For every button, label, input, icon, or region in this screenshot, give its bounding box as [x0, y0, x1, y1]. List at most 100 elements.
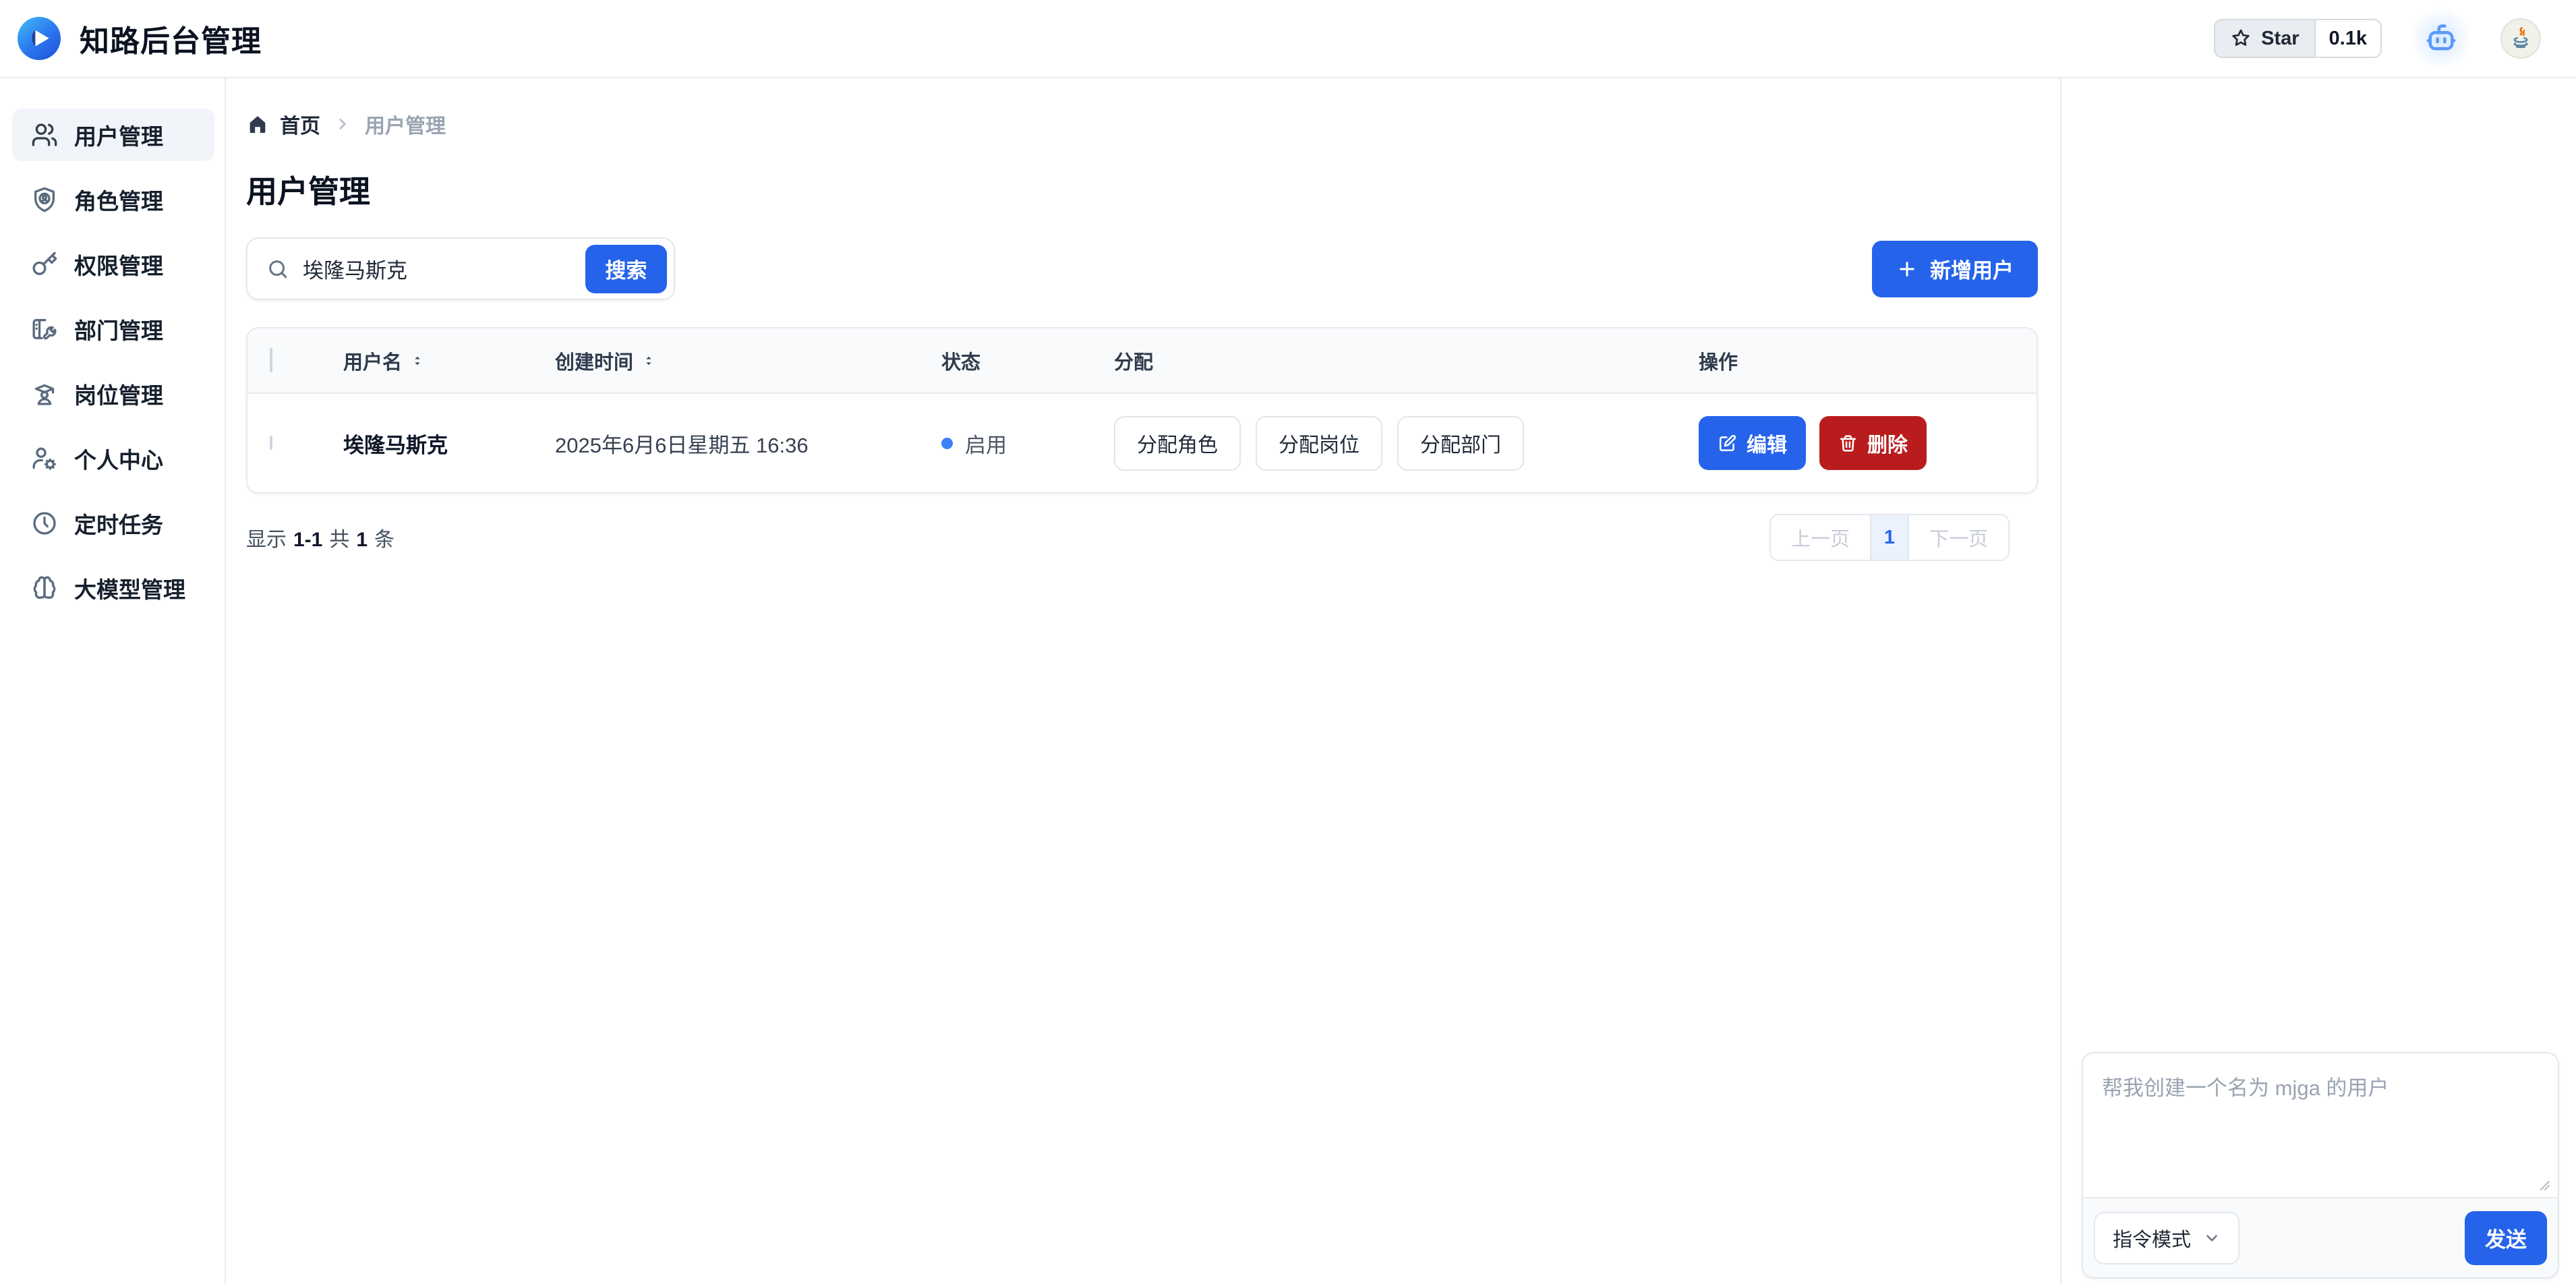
robot-icon	[2424, 21, 2459, 56]
sidebar-item-label: 岗位管理	[74, 378, 163, 410]
row-status: 启用	[941, 428, 1114, 459]
sidebar-item-llm-management[interactable]: 大模型管理	[12, 562, 214, 614]
star-label: Star	[2261, 28, 2299, 50]
assign-position-button[interactable]: 分配岗位	[1256, 416, 1382, 471]
send-button[interactable]: 发送	[2465, 1211, 2547, 1265]
shield-user-icon	[31, 186, 58, 213]
row-actions: 编辑 删除	[1699, 416, 2037, 470]
sidebar-item-label: 部门管理	[74, 313, 163, 345]
sort-icon	[410, 353, 425, 368]
clock-icon	[31, 510, 58, 537]
star-count: 0.1k	[2316, 20, 2380, 57]
assign-role-button[interactable]: 分配角色	[1114, 416, 1241, 471]
sidebar-item-role-management[interactable]: 角色管理	[12, 173, 214, 226]
pagination-summary: 显示 1-1 共 1 条	[246, 523, 394, 552]
star-button[interactable]: Star	[2215, 20, 2315, 57]
star-icon	[2230, 28, 2252, 49]
next-page-button[interactable]: 下一页	[1909, 515, 2008, 560]
column-created-at-label: 创建时间	[555, 347, 633, 375]
main-content: 首页 用户管理 用户管理 搜索 新增用户	[226, 78, 2060, 1284]
chevron-right-icon	[334, 115, 351, 133]
row-username: 埃隆马斯克	[343, 428, 555, 459]
github-star-widget[interactable]: Star 0.1k	[2214, 19, 2382, 58]
sidebar-item-label: 个人中心	[74, 442, 163, 475]
assign-department-button[interactable]: 分配部门	[1397, 416, 1524, 471]
header-actions: Star 0.1k	[2214, 7, 2541, 69]
page-title: 用户管理	[246, 167, 2038, 212]
java-logo-icon	[2508, 26, 2534, 51]
breadcrumb-home-label: 首页	[280, 109, 320, 139]
sidebar-item-label: 角色管理	[74, 183, 163, 216]
sort-icon	[641, 353, 656, 368]
chat-textarea[interactable]	[2083, 1053, 2558, 1197]
graduate-icon	[31, 380, 58, 407]
sidebar-item-permission-management[interactable]: 权限管理	[12, 238, 214, 291]
sidebar-item-department-management[interactable]: 部门管理	[12, 303, 214, 355]
resize-grip-icon[interactable]	[2539, 1179, 2551, 1192]
chevron-down-icon	[2203, 1229, 2221, 1247]
row-created-at: 2025年6月6日星期五 16:36	[555, 428, 941, 459]
table-header-row: 用户名 创建时间 状态 分配 操作	[247, 328, 2037, 394]
home-icon	[246, 113, 269, 136]
status-label: 启用	[965, 428, 1007, 459]
select-all-checkbox[interactable]	[270, 348, 272, 372]
assistant-chat-card: 指令模式 发送	[2082, 1052, 2559, 1279]
sidebar-item-label: 大模型管理	[74, 572, 185, 604]
row-assign-actions: 分配角色 分配岗位 分配部门	[1114, 416, 1699, 471]
add-user-label: 新增用户	[1930, 254, 2014, 284]
column-assign: 分配	[1114, 347, 1699, 375]
sidebar-item-personal-center[interactable]: 个人中心	[12, 432, 214, 485]
column-created-at[interactable]: 创建时间	[555, 347, 941, 375]
chat-input-area	[2083, 1053, 2558, 1197]
sidebar-item-scheduled-tasks[interactable]: 定时任务	[12, 497, 214, 550]
column-actions: 操作	[1699, 347, 2037, 375]
prev-page-button[interactable]: 上一页	[1771, 515, 1870, 560]
breadcrumb: 首页 用户管理	[246, 109, 2038, 139]
sidebar-item-user-management[interactable]: 用户管理	[12, 109, 214, 161]
breadcrumb-home[interactable]: 首页	[246, 109, 320, 139]
edit-button[interactable]: 编辑	[1699, 416, 1806, 470]
summary-range: 1-1	[293, 529, 322, 552]
search-input[interactable]	[303, 257, 572, 281]
summary-of: 共	[329, 523, 349, 552]
assistant-robot-button[interactable]	[2410, 7, 2472, 69]
table-row: 埃隆马斯克 2025年6月6日星期五 16:36 启用 分配角色 分配岗位 分配…	[247, 394, 2037, 492]
users-table: 用户名 创建时间 状态 分配 操作	[246, 327, 2038, 494]
edit-pencil-icon	[1718, 434, 1737, 453]
sidebar-item-position-management[interactable]: 岗位管理	[12, 368, 214, 420]
mode-label: 指令模式	[2113, 1224, 2191, 1252]
trash-icon	[1838, 434, 1858, 453]
app-header: 知路后台管理 Star 0.1k	[0, 0, 2576, 78]
header-checkbox-cell	[247, 349, 343, 372]
edit-label: 编辑	[1747, 428, 1787, 458]
delete-button[interactable]: 删除	[1819, 416, 1927, 470]
column-username[interactable]: 用户名	[343, 347, 555, 375]
table-footer: 显示 1-1 共 1 条 上一页 1 下一页	[246, 514, 2038, 561]
user-avatar[interactable]	[2500, 18, 2541, 59]
key-icon	[31, 251, 58, 278]
search-box: 搜索	[246, 237, 675, 300]
sidebar-item-label: 权限管理	[74, 248, 163, 281]
row-checkbox[interactable]	[270, 436, 272, 450]
current-page-indicator[interactable]: 1	[1870, 515, 1909, 560]
summary-unit: 条	[374, 523, 394, 552]
department-icon	[31, 316, 58, 343]
user-gear-icon	[31, 445, 58, 472]
assistant-panel: 指令模式 发送	[2060, 78, 2576, 1284]
search-button[interactable]: 搜索	[585, 245, 667, 293]
brand: 知路后台管理	[18, 17, 262, 60]
sidebar-item-label: 用户管理	[74, 119, 163, 151]
row-checkbox-cell	[247, 437, 343, 449]
app-logo-icon	[18, 17, 61, 60]
add-user-button[interactable]: 新增用户	[1872, 241, 2038, 297]
status-dot-icon	[941, 438, 953, 449]
summary-total: 1	[356, 529, 368, 552]
users-icon	[31, 121, 58, 148]
mode-select-button[interactable]: 指令模式	[2094, 1212, 2240, 1264]
brain-icon	[31, 575, 58, 602]
plus-icon	[1896, 258, 1918, 280]
app-title: 知路后台管理	[80, 17, 262, 60]
summary-showing: 显示	[246, 523, 287, 552]
delete-label: 删除	[1867, 428, 1908, 458]
column-username-label: 用户名	[343, 347, 402, 375]
